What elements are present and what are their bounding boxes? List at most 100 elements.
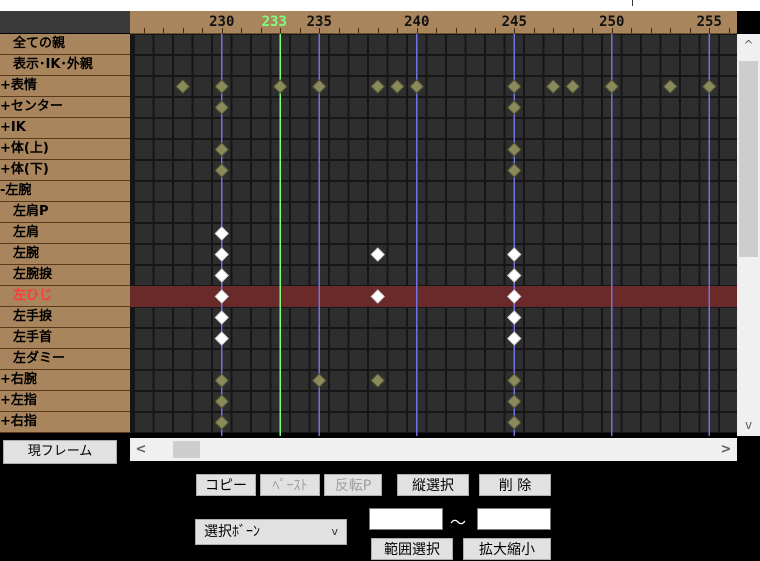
frame-cell[interactable] (681, 371, 699, 390)
frame-cell[interactable] (174, 350, 192, 369)
frame-cell[interactable] (466, 98, 485, 117)
frame-cell[interactable] (369, 56, 387, 75)
frame-cell[interactable] (681, 35, 699, 54)
frame-cell[interactable] (642, 350, 660, 369)
frame-cell[interactable] (466, 77, 485, 96)
frame-cell[interactable] (154, 350, 173, 369)
frame-cell[interactable] (174, 413, 192, 432)
frame-cell[interactable] (486, 140, 504, 159)
bone-label-11[interactable]: 左腕捩 (0, 265, 130, 286)
frame-cell[interactable] (486, 245, 504, 264)
frame-cell[interactable] (135, 413, 153, 432)
frame-cell[interactable] (622, 224, 641, 243)
frame-cell[interactable] (466, 329, 485, 348)
frame-cell[interactable] (193, 119, 212, 138)
frame-cell[interactable] (466, 224, 485, 243)
frame-cell[interactable] (427, 245, 446, 264)
frame-cell[interactable] (447, 224, 465, 243)
frame-cell[interactable] (388, 413, 407, 432)
frame-cell[interactable] (583, 287, 602, 306)
frame-cell[interactable] (466, 308, 485, 327)
keyframe-grid-canvas[interactable] (130, 34, 737, 436)
current-frame-button[interactable]: 現フレーム (3, 440, 117, 464)
frame-cell[interactable] (154, 224, 173, 243)
frame-cell[interactable] (252, 56, 270, 75)
frame-cell[interactable] (369, 413, 387, 432)
frame-cell[interactable] (291, 161, 309, 180)
frame-cell[interactable] (564, 35, 582, 54)
frame-cell[interactable] (388, 35, 407, 54)
frame-cell[interactable] (193, 182, 212, 201)
frame-cell[interactable] (622, 56, 641, 75)
frame-cell[interactable] (349, 140, 368, 159)
frame-cell[interactable] (564, 224, 582, 243)
frame-cell[interactable] (291, 203, 309, 222)
frame-cell[interactable] (466, 35, 485, 54)
frame-cell[interactable] (564, 161, 582, 180)
frame-cell[interactable] (427, 392, 446, 411)
frame-cell[interactable] (427, 98, 446, 117)
frame-cell[interactable] (525, 245, 543, 264)
frame-cell[interactable] (369, 266, 387, 285)
frame-cell[interactable] (583, 161, 602, 180)
frame-cell[interactable] (564, 392, 582, 411)
frame-cell[interactable] (193, 413, 212, 432)
frame-cell[interactable] (388, 350, 407, 369)
frame-cell[interactable] (661, 245, 680, 264)
frame-cell[interactable] (427, 371, 446, 390)
frame-cell[interactable] (564, 413, 582, 432)
frame-cell[interactable] (349, 245, 368, 264)
frame-cell[interactable] (486, 203, 504, 222)
frame-cell[interactable] (447, 161, 465, 180)
bone-label-1[interactable]: 表示･IK･外親 (0, 55, 130, 76)
frame-cell[interactable] (291, 392, 309, 411)
frame-cell[interactable] (720, 308, 737, 327)
frame-cell[interactable] (174, 287, 192, 306)
frame-cell[interactable] (720, 329, 737, 348)
frame-cell[interactable] (622, 119, 641, 138)
frame-cell[interactable] (622, 329, 641, 348)
frame-cell[interactable] (681, 350, 699, 369)
frame-cell[interactable] (447, 119, 465, 138)
frame-cell[interactable] (525, 119, 543, 138)
frame-cell[interactable] (720, 119, 737, 138)
frame-cell[interactable] (349, 413, 368, 432)
frame-cell[interactable] (622, 392, 641, 411)
frame-cell[interactable] (583, 308, 602, 327)
frame-cell[interactable] (193, 350, 212, 369)
frame-cell[interactable] (232, 392, 251, 411)
frame-cell[interactable] (720, 140, 737, 159)
frame-cell[interactable] (174, 140, 192, 159)
frame-cell[interactable] (154, 266, 173, 285)
frame-cell[interactable] (291, 245, 309, 264)
frame-cell[interactable] (486, 98, 504, 117)
frame-cell[interactable] (427, 182, 446, 201)
frame-cell[interactable] (232, 203, 251, 222)
frame-cell[interactable] (544, 245, 563, 264)
frame-cell[interactable] (661, 266, 680, 285)
frame-cell[interactable] (154, 413, 173, 432)
frame-cell[interactable] (349, 287, 368, 306)
frame-cell[interactable] (583, 350, 602, 369)
copy-button[interactable]: コピー (196, 474, 256, 496)
frame-cell[interactable] (252, 98, 270, 117)
frame-cell[interactable] (291, 413, 309, 432)
frame-cell[interactable] (564, 203, 582, 222)
frame-cell[interactable] (720, 56, 737, 75)
frame-cell[interactable] (447, 35, 465, 54)
frame-cell[interactable] (486, 182, 504, 201)
frame-cell[interactable] (447, 371, 465, 390)
frame-cell[interactable] (388, 266, 407, 285)
bone-select-dropdown[interactable]: 選択ﾎﾞｰﾝ v (195, 519, 347, 545)
frame-cell[interactable] (525, 287, 543, 306)
frame-cell[interactable] (193, 98, 212, 117)
frame-cell[interactable] (427, 308, 446, 327)
frame-cell[interactable] (642, 140, 660, 159)
bone-label-0[interactable]: 全ての親 (0, 34, 130, 55)
frame-cell[interactable] (193, 224, 212, 243)
frame-cell[interactable] (681, 119, 699, 138)
frame-cell[interactable] (330, 392, 348, 411)
frame-cell[interactable] (564, 245, 582, 264)
frame-cell[interactable] (466, 245, 485, 264)
frame-cell[interactable] (622, 308, 641, 327)
